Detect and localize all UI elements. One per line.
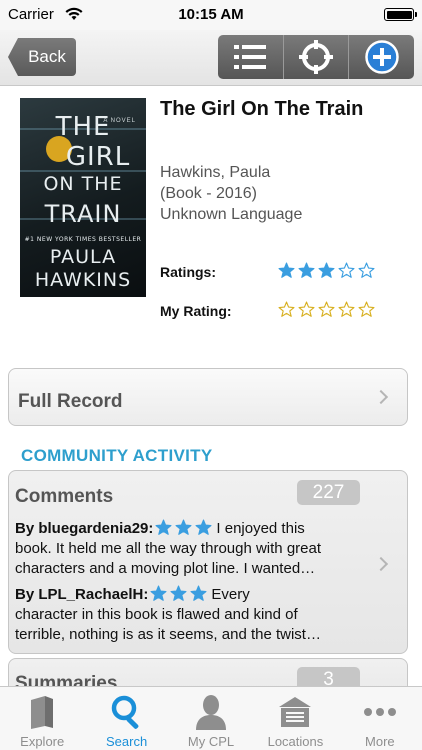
book-title: The Girl On The Train	[160, 98, 364, 120]
status-bar: Carrier 10:15 AM	[0, 0, 422, 30]
cover-title-line: THE	[55, 112, 111, 142]
tab-locations[interactable]: Locations	[253, 687, 337, 750]
star-icon	[175, 519, 192, 535]
navigation-bar: Back	[0, 30, 422, 86]
comments-card[interactable]: Comments 227 By bluegardenia29: I enjoyed…	[8, 470, 408, 654]
star-outline-icon	[298, 301, 315, 317]
comment-text-line: characters and a moving plot line. I wan…	[15, 560, 316, 577]
star-outline-icon	[318, 301, 335, 317]
building-icon	[275, 693, 315, 731]
tab-more[interactable]: More	[338, 687, 422, 750]
add-button[interactable]	[348, 35, 414, 79]
list-button[interactable]	[218, 35, 283, 79]
add-icon	[364, 40, 399, 74]
comments-label: Comments	[15, 486, 114, 507]
back-button-label: Back	[28, 47, 66, 66]
list-icon	[234, 45, 267, 69]
average-rating-stars	[278, 262, 375, 279]
search-icon	[107, 693, 147, 731]
star-outline-icon	[358, 301, 375, 317]
toolbar-segment	[218, 35, 414, 79]
chevron-right-icon	[373, 556, 389, 572]
full-record-label: Full Record	[18, 391, 123, 412]
tab-search[interactable]: Search	[84, 687, 168, 750]
locate-button[interactable]	[282, 35, 349, 79]
comment-text-line: Every	[211, 586, 250, 603]
star-icon	[195, 519, 212, 535]
community-activity-heading: COMMUNITY ACTIVITY	[21, 446, 213, 465]
comment-text-line: I enjoyed this	[216, 520, 305, 537]
tab-label: Explore	[20, 734, 65, 749]
full-record-button[interactable]: Full Record	[8, 368, 408, 426]
tab-my-cpl[interactable]: My CPL	[169, 687, 253, 750]
cover-title-line: GIRL	[65, 142, 131, 172]
comment-rating-stars	[155, 519, 212, 536]
locate-icon	[299, 40, 333, 74]
cover-bestseller-text: #1 NEW YORK TIMES BESTSELLER	[24, 236, 142, 243]
comment-item[interactable]: By LPL_RachaelH: Every character in this …	[15, 585, 355, 645]
tab-label: My CPL	[187, 734, 235, 749]
clock: 10:15 AM	[178, 6, 244, 23]
star-icon	[318, 262, 335, 278]
comments-header: Comments 227	[9, 471, 407, 511]
ratings-label: Ratings:	[160, 264, 216, 280]
star-icon	[298, 262, 315, 278]
tab-bar: Explore Search My CPL Locations More	[0, 686, 422, 750]
star-icon	[190, 585, 207, 601]
cover-title-line: TRAIN	[44, 200, 122, 228]
star-icon	[155, 519, 172, 535]
cover-title-line: ON THE	[43, 173, 123, 195]
book-format: (Book - 2016)	[160, 185, 257, 202]
more-icon	[360, 693, 400, 731]
comment-author: By bluegardenia29:	[15, 520, 154, 537]
book-language: Unknown Language	[160, 206, 303, 223]
my-rating-stars[interactable]	[278, 301, 375, 318]
comment-author: By LPL_RachaelH:	[15, 586, 149, 603]
comment-text-line: book. It held me all the way through wit…	[15, 540, 322, 557]
star-icon	[150, 585, 167, 601]
star-icon	[170, 585, 187, 601]
back-button[interactable]: Back	[8, 38, 76, 76]
comment-text-line: terrible, nothing is as it seems, and th…	[15, 626, 321, 643]
star-icon	[338, 262, 355, 278]
comment-item[interactable]: By bluegardenia29: I enjoyed this book. I…	[15, 519, 355, 579]
my-rating-label: My Rating:	[160, 303, 232, 319]
tab-label: Search	[106, 734, 148, 749]
cover-author-line: PAULA	[49, 246, 117, 268]
battery-icon	[384, 8, 417, 21]
person-icon	[191, 693, 231, 731]
book-cover[interactable]: A NOVEL THE GIRL ON THE TRAIN #1 NEW YOR…	[20, 98, 146, 297]
star-outline-icon	[338, 301, 355, 317]
tab-label: More	[365, 734, 395, 749]
star-outline-icon	[278, 301, 295, 317]
book-author: Hawkins, Paula	[160, 164, 271, 181]
cover-author-line: HAWKINS	[34, 269, 132, 291]
tab-label: Locations	[267, 734, 324, 749]
star-icon	[278, 262, 295, 278]
comments-count-badge: 227	[297, 480, 360, 505]
comment-rating-stars	[150, 585, 207, 602]
tab-explore[interactable]: Explore	[0, 687, 84, 750]
comment-text-line: character in this book is flawed and kin…	[15, 606, 298, 623]
book-icon	[22, 693, 62, 731]
chevron-right-icon	[373, 389, 389, 405]
star-icon	[358, 262, 375, 278]
